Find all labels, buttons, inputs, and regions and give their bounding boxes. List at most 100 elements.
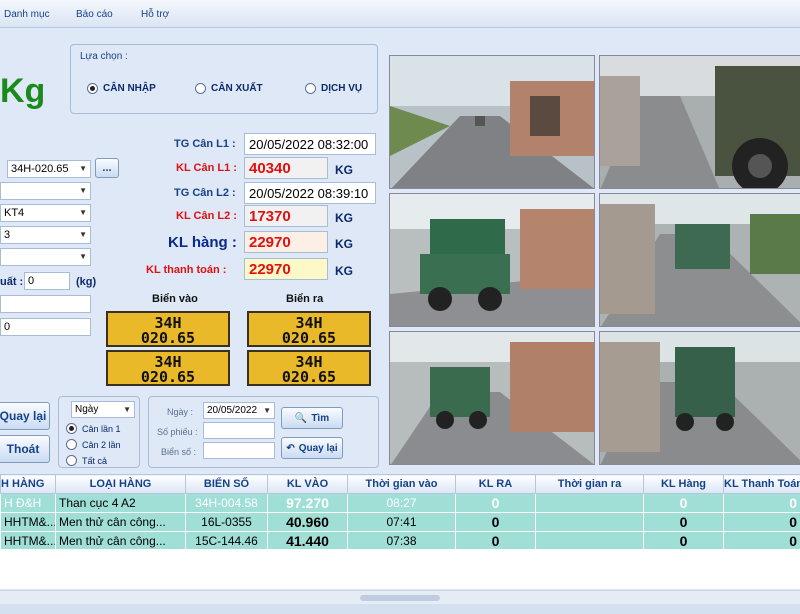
plate-out-image-2: 34H 020.65: [247, 350, 371, 386]
cell-time-out: [535, 493, 644, 513]
plate-search-label: Biển số :: [161, 447, 197, 457]
cell-kl-vao: 97.270: [267, 493, 348, 513]
note-input-1[interactable]: [0, 295, 91, 313]
radio-dich-vu[interactable]: DỊCH VỤ: [305, 83, 362, 94]
chevron-down-icon: ▼: [79, 164, 87, 173]
kl-hang-unit: KG: [335, 237, 353, 251]
radio-unchecked-icon: [195, 83, 206, 94]
kl-tt-unit: KG: [335, 264, 353, 278]
table-row[interactable]: HHTM&... Men thử cân công... 15C-144.46 …: [0, 531, 800, 551]
cell-kl-hang: 0: [643, 531, 724, 551]
menu-danh-muc[interactable]: Danh mục: [4, 9, 50, 20]
search-button[interactable]: 🔍 Tìm: [281, 407, 343, 429]
search-icon: 🔍: [294, 412, 308, 424]
cell-time-out: [535, 531, 644, 551]
scrollbar-thumb[interactable]: [360, 595, 440, 601]
table-row[interactable]: H Đ&H Than cục 4 A2 34H-004.58 97.270 08…: [0, 493, 800, 513]
kl-l1-value: 40340: [244, 157, 328, 179]
kl-hang-label: KL hàng :: [168, 234, 237, 251]
cell-goods: Men thử cân công...: [55, 512, 186, 532]
camera-view-1: [389, 55, 595, 189]
customer-combo[interactable]: ▼: [0, 182, 91, 200]
cell-time-out: [535, 512, 644, 532]
driver-combo[interactable]: ▼: [0, 248, 91, 266]
col-header[interactable]: KL Hàng: [643, 474, 724, 494]
search-back-button[interactable]: ↶ Quay lại: [281, 437, 343, 459]
cell-kl-hang: 0: [643, 512, 724, 532]
radio-can-lan-1[interactable]: Cân lần 1: [66, 423, 121, 434]
chevron-down-icon: ▼: [263, 406, 271, 415]
weight-unit-display: Kg: [0, 72, 46, 110]
col-header[interactable]: KL Thanh Toán: [723, 474, 800, 494]
date-label: Ngày :: [167, 407, 194, 417]
cell-plate: 34H-004.58: [185, 493, 268, 513]
date-picker[interactable]: 20/05/2022 ▼: [203, 402, 275, 419]
col-header[interactable]: KL RA: [455, 474, 536, 494]
camera-image-6: [600, 332, 800, 464]
browse-button[interactable]: ...: [95, 158, 119, 178]
tg-l1-label: TG Cân L1 :: [174, 138, 236, 150]
radio-tat-ca[interactable]: Tất cả: [66, 455, 107, 466]
cell-kl-vao: 40.960: [267, 512, 348, 532]
col-header[interactable]: Thời gian vào: [347, 474, 456, 494]
radio-checked-icon: [87, 83, 98, 94]
tg-l1-value[interactable]: 20/05/2022 08:32:00: [244, 133, 376, 155]
cell-kl-hang: 0: [643, 493, 724, 513]
menu-ho-tro[interactable]: Hỗ trợ: [141, 9, 169, 20]
camera-image-4: [600, 194, 800, 326]
cell-kl-vao: 41.440: [267, 531, 348, 551]
col-header[interactable]: H HÀNG: [0, 474, 56, 494]
radio-can-xuat[interactable]: CÂN XUẤT: [195, 83, 263, 94]
cell-kl-tt: 0: [723, 493, 800, 513]
kl-l2-value: 17370: [244, 205, 328, 227]
chevron-down-icon: ▼: [123, 405, 131, 414]
kl-tt-label: KL thanh toán :: [146, 264, 227, 276]
cell-customer: H Đ&H: [0, 493, 56, 513]
radio-unchecked-icon: [66, 455, 77, 466]
radio-can-nhap[interactable]: CÂN NHẬP: [87, 83, 156, 94]
cell-customer: HHTM&...: [0, 531, 56, 551]
menu-bar: Danh mục Báo cáo Hỗ trợ: [0, 0, 800, 28]
col-header[interactable]: Thời gian ra: [535, 474, 644, 494]
period-combo[interactable]: Ngày ▼: [71, 401, 135, 418]
col-header[interactable]: LOẠI HÀNG: [55, 474, 186, 494]
ticket-input[interactable]: [203, 422, 275, 439]
ticket-label: Số phiếu :: [157, 427, 198, 437]
plate-search-input[interactable]: [203, 442, 275, 459]
deduct-unit: (kg): [76, 276, 97, 288]
plate-out-image-1: 34H 020.65: [247, 311, 371, 347]
cell-customer: HHTM&...: [0, 512, 56, 532]
chevron-down-icon: ▼: [79, 208, 87, 217]
filter-options-panel: Ngày ▼ Cân lần 1 Cân 2 lần Tất cả: [58, 396, 140, 468]
cell-goods: Than cục 4 A2: [55, 493, 186, 513]
col-header[interactable]: KL VÀO: [267, 474, 348, 494]
deduct-label: uất :: [0, 276, 24, 288]
col-header[interactable]: BIỂN SỐ: [185, 474, 268, 494]
cell-plate: 15C-144.46: [185, 531, 268, 551]
status-bar: [0, 604, 800, 614]
kl-l1-unit: KG: [335, 163, 353, 177]
goods-combo[interactable]: KT4 ▼: [0, 204, 91, 222]
kl-l2-label: KL Cân L2 :: [176, 210, 237, 222]
table-header: H HÀNG LOẠI HÀNG BIỂN SỐ KL VÀO Thời gia…: [0, 474, 800, 494]
radio-unchecked-icon: [305, 83, 316, 94]
exit-button[interactable]: Thoát: [0, 435, 50, 463]
camera-view-4: [599, 193, 800, 327]
camera-image-2: [600, 56, 800, 188]
warehouse-combo[interactable]: 3 ▼: [0, 226, 91, 244]
deduct-input[interactable]: 0: [24, 272, 70, 290]
tg-l2-value[interactable]: 20/05/2022 08:39:10: [244, 182, 376, 204]
radio-can-2-lan[interactable]: Cân 2 lần: [66, 439, 121, 450]
note-input-2[interactable]: 0: [0, 318, 91, 336]
chevron-down-icon: ▼: [79, 252, 87, 261]
plate-combo[interactable]: 34H-020.65 ▼: [7, 160, 91, 178]
cell-kl-ra: 0: [455, 512, 536, 532]
camera-image-1: [390, 56, 594, 188]
menu-bao-cao[interactable]: Báo cáo: [76, 9, 113, 20]
table-row[interactable]: HHTM&... Men thử cân công... 16L-0355 40…: [0, 512, 800, 532]
plate-in-image-2: 34H 020.65: [106, 350, 230, 386]
back-button[interactable]: Quay lại: [0, 402, 50, 430]
horizontal-scrollbar[interactable]: [0, 590, 800, 604]
selection-panel: Lựa chọn : CÂN NHẬP CÂN XUẤT DỊCH VỤ: [70, 44, 378, 114]
plate-in-image-1: 34H 020.65: [106, 311, 230, 347]
